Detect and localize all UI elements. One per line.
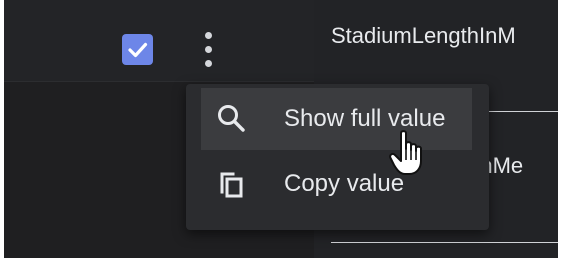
select-checkbox[interactable]	[122, 34, 153, 65]
menu-item-copy-value[interactable]: Copy value	[201, 153, 472, 215]
more-vert-icon[interactable]	[197, 32, 221, 68]
divider	[479, 111, 558, 112]
copy-icon	[220, 172, 243, 198]
menu-item-show-full-value[interactable]: Show full value	[201, 88, 472, 150]
field-name: StadiumLengthInM	[331, 23, 516, 48]
divider	[331, 242, 558, 243]
app-window: StadiumLengthInM hInMe Show full value C…	[4, 0, 558, 258]
hand-pointer-cursor-icon	[389, 130, 422, 175]
row-header	[4, 0, 314, 82]
checkmark-icon	[128, 42, 148, 58]
context-menu: Show full value Copy value	[186, 84, 489, 230]
menu-item-label: Copy value	[284, 170, 405, 197]
search-icon	[218, 105, 245, 132]
